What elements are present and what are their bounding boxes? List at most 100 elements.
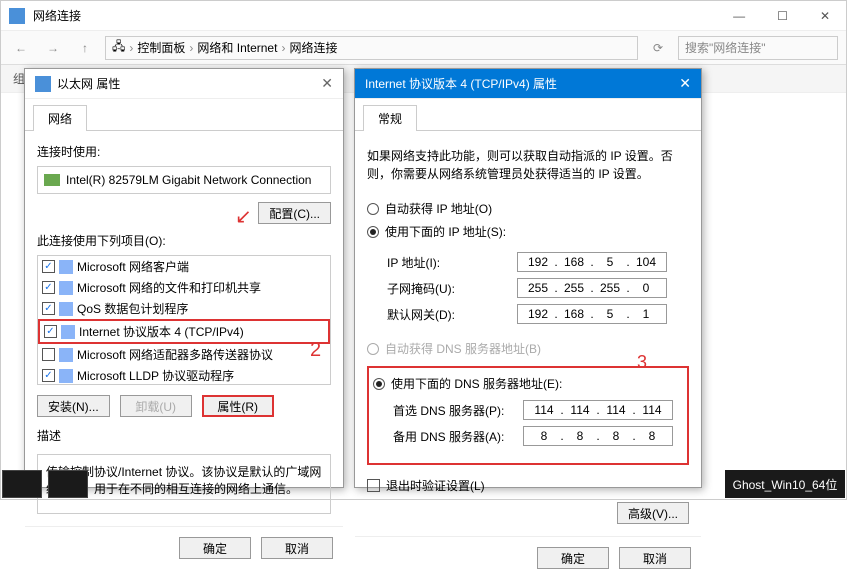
maximize-button[interactable]: ☐ (769, 7, 796, 25)
list-item[interactable]: ✓Microsoft 网络客户端 (38, 256, 330, 277)
checkbox[interactable] (42, 348, 55, 361)
breadcrumb-part[interactable]: 控制面板 (137, 39, 185, 56)
list-buttons: 安装(N)... 卸载(U) 属性(R) (37, 395, 331, 417)
taskbar-right: Ghost_Win10_64位 (725, 470, 845, 498)
ipv4-title: Internet 协议版本 4 (TCP/IPv4) 属性 (365, 75, 557, 92)
mask-label: 子网掩码(U): (387, 280, 517, 297)
ethernet-titlebar: 以太网 属性 ✕ (25, 69, 343, 99)
radio-icon[interactable] (367, 226, 379, 238)
connect-using-label: 连接时使用: (37, 143, 331, 160)
annotation-mark-2: 2 (310, 339, 321, 362)
close-button[interactable]: ✕ (812, 7, 838, 25)
taskbar-item[interactable] (48, 470, 88, 498)
ipv4-titlebar: Internet 协议版本 4 (TCP/IPv4) 属性 ✕ (355, 69, 701, 99)
minimize-button[interactable]: — (725, 7, 753, 25)
window-title: 网络连接 (33, 7, 81, 24)
checkbox[interactable]: ✓ (42, 281, 55, 294)
annotation-mark-3: 3 (637, 352, 647, 373)
ethernet-icon (35, 76, 51, 92)
checkbox[interactable]: ✓ (42, 302, 55, 315)
checkbox[interactable] (367, 479, 380, 492)
radio-icon[interactable] (373, 378, 385, 390)
taskbar-left (2, 470, 88, 498)
dns1-label: 首选 DNS 服务器(P): (393, 402, 523, 419)
search-input[interactable]: 搜索"网络连接" (678, 36, 838, 60)
ipv4-buttons: 确定 取消 (355, 536, 701, 579)
adapter-field: Intel(R) 82579LM Gigabit Network Connect… (37, 166, 331, 194)
protocol-icon (59, 302, 73, 316)
list-item[interactable]: Microsoft 网络适配器多路传送器协议 (38, 344, 330, 365)
dns2-label: 备用 DNS 服务器(A): (393, 428, 523, 445)
forward-button[interactable]: → (41, 36, 65, 60)
items-label: 此连接使用下列项目(O): (37, 232, 331, 249)
ip-address-input[interactable]: 192.168.5.104 (517, 252, 667, 272)
radio-use-dns[interactable]: 使用下面的 DNS 服务器地址(E): (373, 372, 683, 395)
advanced-button[interactable]: 高级(V)... (617, 502, 689, 524)
window-controls: — ☐ ✕ (725, 7, 838, 25)
breadcrumb-part[interactable]: 网络连接 (289, 39, 337, 56)
list-item[interactable]: ✓Microsoft LLDP 协议驱动程序 (38, 365, 330, 385)
explorer-titlebar: 网络连接 — ☐ ✕ (1, 1, 846, 31)
annotation-arrow-1: ↙ (235, 204, 252, 229)
protocol-icon (59, 281, 73, 295)
install-button[interactable]: 安装(N)... (37, 395, 110, 417)
ok-button[interactable]: 确定 (537, 547, 609, 569)
ethernet-tabs: 网络 (25, 99, 343, 131)
gateway-input[interactable]: 192.168.5.1 (517, 304, 667, 324)
protocol-list[interactable]: ✓Microsoft 网络客户端 ✓Microsoft 网络的文件和打印机共享 … (37, 255, 331, 385)
refresh-button[interactable]: ⟳ (646, 36, 670, 60)
ipv4-properties-dialog: Internet 协议版本 4 (TCP/IPv4) 属性 ✕ 常规 如果网络支… (354, 68, 702, 488)
radio-auto-ip[interactable]: 自动获得 IP 地址(O) (367, 197, 689, 220)
cancel-button[interactable]: 取消 (619, 547, 691, 569)
ip-label: IP 地址(I): (387, 254, 517, 271)
protocol-icon (59, 348, 73, 362)
checkbox[interactable]: ✓ (42, 369, 55, 382)
close-icon[interactable]: ✕ (321, 75, 333, 92)
gw-label: 默认网关(D): (387, 306, 517, 323)
breadcrumb-icon: 🖧 (112, 37, 125, 58)
adapter-name: Intel(R) 82579LM Gigabit Network Connect… (66, 173, 311, 187)
ipv4-tabs: 常规 (355, 99, 701, 131)
up-button[interactable]: ↑ (73, 36, 97, 60)
radio-icon (367, 343, 379, 355)
ethernet-buttons: 确定 取消 (25, 526, 343, 569)
ipv4-intro: 如果网络支持此功能，则可以获取自动指派的 IP 设置。否则，你需要从网络系统管理… (367, 143, 689, 197)
back-button[interactable]: ← (9, 36, 33, 60)
list-item[interactable]: ✓QoS 数据包计划程序 (38, 298, 330, 319)
dns-section: 3 使用下面的 DNS 服务器地址(E): 首选 DNS 服务器(P):114.… (367, 366, 689, 465)
validate-checkbox-row[interactable]: 退出时验证设置(L) (367, 477, 689, 494)
breadcrumb-part[interactable]: 网络和 Internet (197, 39, 277, 56)
uninstall-button: 卸载(U) (120, 395, 192, 417)
protocol-icon (61, 325, 75, 339)
ok-button[interactable]: 确定 (179, 537, 251, 559)
checkbox[interactable]: ✓ (42, 260, 55, 273)
breadcrumb[interactable]: 🖧 › 控制面板 › 网络和 Internet › 网络连接 (105, 36, 638, 60)
dns2-input[interactable]: 8.8.8.8 (523, 426, 673, 446)
properties-button[interactable]: 属性(R) (202, 395, 274, 417)
adapter-icon (44, 174, 60, 186)
protocol-icon (59, 260, 73, 274)
ethernet-body: 连接时使用: Intel(R) 82579LM Gigabit Network … (25, 131, 343, 526)
dns1-input[interactable]: 114.114.114.114 (523, 400, 673, 420)
tab-network[interactable]: 网络 (33, 105, 87, 131)
taskbar-label: Ghost_Win10_64位 (733, 476, 838, 493)
radio-use-ip[interactable]: 使用下面的 IP 地址(S): (367, 220, 689, 243)
taskbar-item[interactable] (2, 470, 42, 498)
ip-group: IP 地址(I):192.168.5.104 子网掩码(U):255.255.2… (387, 249, 689, 327)
radio-icon[interactable] (367, 203, 379, 215)
protocol-icon (59, 369, 73, 383)
network-icon (9, 8, 25, 24)
explorer-toolbar: ← → ↑ 🖧 › 控制面板 › 网络和 Internet › 网络连接 ⟳ 搜… (1, 31, 846, 65)
ethernet-title: 以太网 属性 (57, 75, 120, 92)
ipv4-body: 如果网络支持此功能，则可以获取自动指派的 IP 设置。否则，你需要从网络系统管理… (355, 131, 701, 536)
configure-button[interactable]: 配置(C)... (258, 202, 331, 224)
checkbox[interactable]: ✓ (44, 325, 57, 338)
ethernet-properties-dialog: 以太网 属性 ✕ 网络 连接时使用: Intel(R) 82579LM Giga… (24, 68, 344, 488)
list-item-ipv4[interactable]: ✓Internet 协议版本 4 (TCP/IPv4) (38, 319, 330, 344)
cancel-button[interactable]: 取消 (261, 537, 333, 559)
subnet-mask-input[interactable]: 255.255.255.0 (517, 278, 667, 298)
close-icon[interactable]: ✕ (679, 75, 691, 92)
list-item[interactable]: ✓Microsoft 网络的文件和打印机共享 (38, 277, 330, 298)
tab-general[interactable]: 常规 (363, 105, 417, 131)
desc-label: 描述 (37, 427, 331, 444)
